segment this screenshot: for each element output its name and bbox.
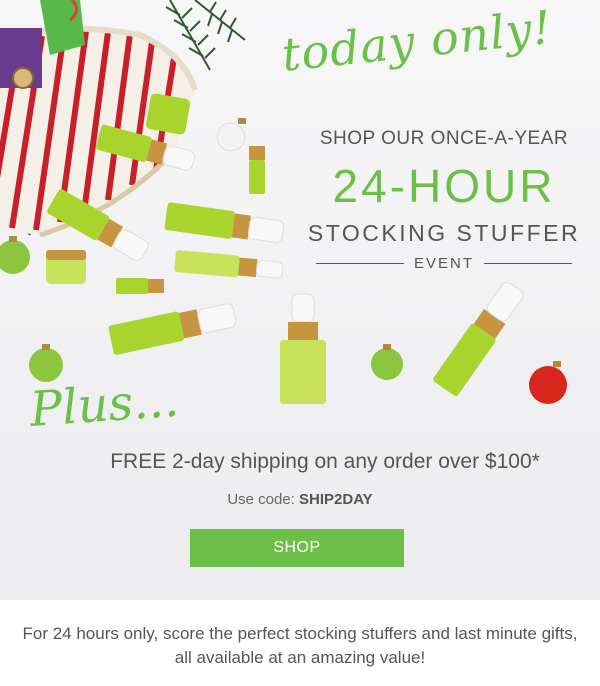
stocking-stuffer-heading: STOCKING STUFFER: [307, 220, 581, 246]
email-container: today only! SHOP OUR ONCE-A-YEAR 24-HOUR…: [0, 0, 600, 686]
promo-code-label: Use code:: [227, 491, 295, 508]
shop-button[interactable]: SHOP: [190, 529, 404, 567]
free-shipping-text: FREE 2-day shipping on any order over $1…: [110, 450, 540, 473]
promo-code-value: SHIP2DAY: [299, 491, 373, 508]
hero-product-photo: [0, 0, 567, 404]
event-divider: EVENT: [316, 255, 573, 272]
divider-line-right: [484, 263, 573, 264]
event-label: EVENT: [414, 255, 475, 272]
plus-script: Plus...: [28, 371, 181, 438]
footer-description: For 24 hours only, score the perfect sto…: [22, 624, 578, 667]
hero-banner[interactable]: today only! SHOP OUR ONCE-A-YEAR 24-HOUR…: [0, 0, 600, 600]
divider-line-left: [316, 263, 404, 264]
once-a-year-heading: SHOP OUR ONCE-A-YEAR: [319, 128, 569, 149]
24-hour-heading: 24-HOUR: [332, 160, 556, 212]
promo-code-row: Use code: SHIP2DAY: [150, 491, 450, 508]
